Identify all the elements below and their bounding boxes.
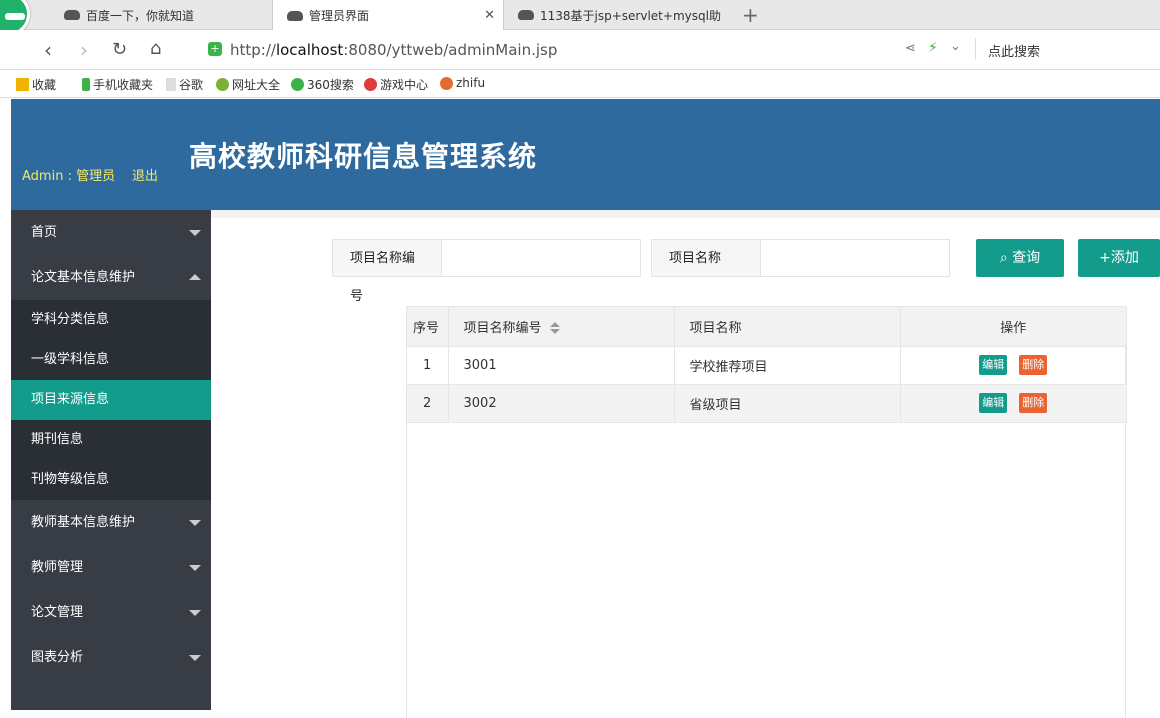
- table-row: 1 3001 学校推荐项目 编辑 删除: [407, 346, 1127, 385]
- main-content: 项目名称编号 项目名称 ⌕ 查询 +添加 序号 项目名称编号 项目名称 操作 1…: [211, 210, 1160, 718]
- cell-action: 编辑 删除: [900, 346, 1127, 385]
- delete-button[interactable]: 删除: [1019, 355, 1048, 375]
- chevron-down-icon: [189, 565, 201, 571]
- menu-paper-manage[interactable]: 论文管理: [11, 590, 211, 635]
- browser-tab-baidu[interactable]: 百度一下，你就知道: [50, 0, 272, 30]
- bookmark-item[interactable]: 360搜索: [291, 76, 354, 93]
- menu-chart-analysis[interactable]: 图表分析: [11, 635, 211, 680]
- address-bar: ‹ › ↻ ⌂ + http://localhost:8080/yttweb/a…: [0, 30, 1160, 70]
- divider: [975, 38, 976, 60]
- globe-icon: [216, 78, 229, 91]
- cell-name: 省级项目: [674, 384, 901, 423]
- bookmark-item[interactable]: 谷歌: [166, 76, 203, 93]
- query-button[interactable]: ⌕ 查询: [976, 239, 1064, 277]
- phone-icon: [82, 78, 90, 91]
- sidebar: 首页 论文基本信息维护 学科分类信息 一级学科信息 项目来源信息 期刊信息 刊物…: [11, 210, 211, 710]
- system-title: 高校教师科研信息管理系统: [189, 140, 538, 173]
- add-button[interactable]: +添加: [1078, 239, 1160, 277]
- bookmark-item[interactable]: 游戏中心: [364, 76, 428, 93]
- data-table-wrapper: 序号 项目名称编号 项目名称 操作 1 3001 学校推荐项目 编辑删除 2: [406, 306, 1127, 718]
- cell-code: 3001: [448, 346, 675, 385]
- column-header-no: 序号: [407, 307, 449, 347]
- search-hint[interactable]: 点此搜索: [988, 41, 1040, 60]
- chevron-up-icon: [189, 274, 201, 280]
- sub-subject-category[interactable]: 学科分类信息: [11, 300, 211, 340]
- bolt-icon[interactable]: ⚡: [928, 40, 938, 56]
- sub-project-source[interactable]: 项目来源信息: [11, 380, 211, 420]
- admin-label: Admin : 管理员: [22, 169, 116, 184]
- mask-icon: [287, 10, 303, 21]
- sub-publication-level[interactable]: 刊物等级信息: [11, 460, 211, 500]
- url-field[interactable]: http://localhost:8080/yttweb/adminMain.j…: [230, 41, 557, 59]
- column-header-name: 项目名称: [674, 307, 901, 347]
- home-icon[interactable]: ⌂: [150, 38, 161, 59]
- star-icon: [16, 78, 29, 91]
- column-header-code[interactable]: 项目名称编号: [448, 307, 675, 347]
- reload-icon[interactable]: ↻: [112, 39, 127, 60]
- logout-link[interactable]: 退出: [132, 165, 158, 184]
- secure-icon: +: [208, 42, 222, 56]
- menu-teacher-basic[interactable]: 教师基本信息维护: [11, 500, 211, 545]
- close-icon[interactable]: ✕: [484, 8, 495, 23]
- chevron-down-icon: [189, 520, 201, 526]
- edit-button[interactable]: 编辑: [979, 393, 1008, 413]
- sort-icon[interactable]: [549, 322, 560, 335]
- bookmark-item[interactable]: 手机收藏夹: [82, 76, 153, 93]
- menu-paper-basic[interactable]: 论文基本信息维护: [11, 255, 211, 300]
- game-icon: [364, 78, 377, 91]
- project-name-input[interactable]: [760, 239, 950, 277]
- browser-tab-label: 1138基于jsp+servlet+mysql助: [540, 8, 721, 23]
- project-code-input[interactable]: [441, 239, 641, 277]
- browser-tab-label: 管理员界面: [309, 9, 370, 23]
- table-header-row: 序号 项目名称编号 项目名称 操作: [407, 307, 1127, 347]
- chevron-down-icon: [189, 230, 201, 236]
- mask-icon: [518, 10, 534, 20]
- bookmarks-bar: 收藏 手机收藏夹 谷歌 网址大全 360搜索 游戏中心 zhifu: [0, 70, 1160, 98]
- cell-no: 2: [407, 384, 449, 423]
- menu-home[interactable]: 首页: [11, 210, 211, 255]
- bookmark-item[interactable]: 网址大全: [216, 76, 280, 93]
- column-header-action: 操作: [900, 307, 1127, 347]
- table-row: 2 3002 省级项目 编辑 删除: [407, 384, 1127, 423]
- mask-icon: [64, 10, 80, 20]
- forward-icon[interactable]: ›: [80, 38, 88, 62]
- menu-teacher-manage[interactable]: 教师管理: [11, 545, 211, 590]
- cell-code: 3002: [448, 384, 675, 423]
- back-icon[interactable]: ‹: [44, 38, 52, 62]
- search-360-icon: [291, 78, 304, 91]
- cell-no: 1: [407, 346, 449, 385]
- search-icon: ⌕: [999, 250, 1008, 266]
- bookmark-item[interactable]: zhifu: [440, 76, 485, 90]
- chevron-down-icon: [189, 610, 201, 616]
- zhifu-icon: [440, 76, 453, 90]
- browser-tab-admin[interactable]: 管理员界面 ✕: [272, 0, 504, 31]
- browser-tab-bar: 百度一下，你就知道 管理员界面 ✕ 1138基于jsp+servlet+mysq…: [0, 0, 1160, 31]
- data-table: 序号 项目名称编号 项目名称 操作 1 3001 学校推荐项目 编辑删除 2: [407, 307, 1127, 423]
- delete-button[interactable]: 删除: [1019, 393, 1048, 413]
- app-header: Admin : 管理员 退出 高校教师科研信息管理系统: [11, 99, 1160, 210]
- project-code-label: 项目名称编号: [332, 239, 442, 304]
- page-icon: [166, 78, 176, 91]
- bookmark-item[interactable]: 收藏: [16, 76, 56, 93]
- new-tab-icon[interactable]: +: [742, 3, 759, 27]
- browser-tab-project[interactable]: 1138基于jsp+servlet+mysql助: [504, 0, 734, 30]
- browser-tab-label: 百度一下，你就知道: [86, 8, 195, 23]
- project-name-label: 项目名称: [651, 239, 761, 277]
- chevron-down-icon[interactable]: ⌄: [950, 39, 961, 54]
- chevron-down-icon: [189, 655, 201, 661]
- sub-primary-subject[interactable]: 一级学科信息: [11, 340, 211, 380]
- cell-action: 编辑 删除: [900, 384, 1127, 423]
- share-icon[interactable]: ⋖: [905, 41, 916, 56]
- cell-name: 学校推荐项目: [674, 346, 901, 385]
- sub-journal[interactable]: 期刊信息: [11, 420, 211, 460]
- edit-button[interactable]: 编辑: [979, 355, 1008, 375]
